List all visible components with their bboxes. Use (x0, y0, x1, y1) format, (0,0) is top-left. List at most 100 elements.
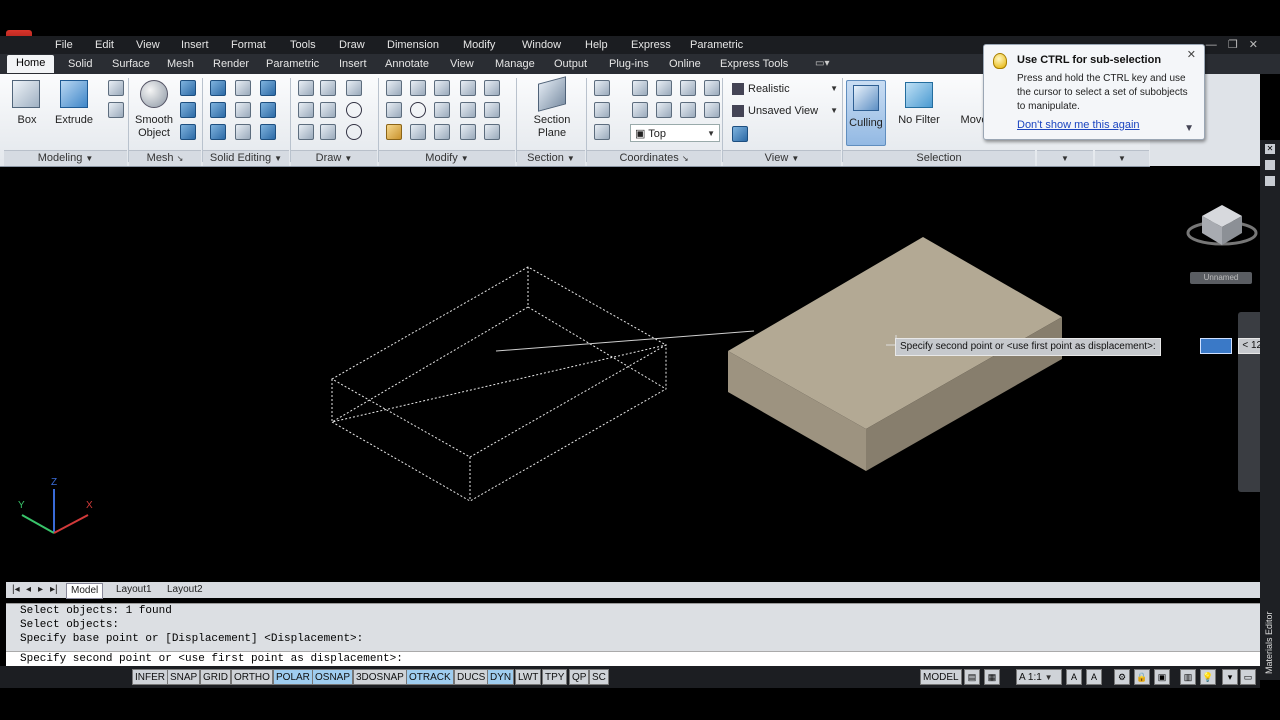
align-icon[interactable] (386, 102, 402, 118)
toggle-osnap[interactable]: OSNAP (312, 669, 354, 685)
panel-title-coordinates[interactable]: Coordinates ↘ (587, 150, 721, 166)
3d-array-icon[interactable] (460, 80, 476, 96)
smooth-object-icon[interactable] (140, 80, 168, 108)
menu-dimension[interactable]: Dimension (387, 39, 439, 51)
model-space-button[interactable]: MODEL (920, 669, 962, 685)
toggle-snap[interactable]: SNAP (167, 669, 201, 685)
circle-icon[interactable] (346, 102, 362, 118)
box-button-label[interactable]: Box (10, 114, 44, 127)
menu-express[interactable]: Express (631, 39, 671, 51)
ucs-origin-icon[interactable] (656, 80, 672, 96)
panel-title-section[interactable]: Section ▼ (517, 150, 585, 166)
refine-mesh-icon[interactable] (180, 124, 196, 140)
smooth-less-icon[interactable] (180, 102, 196, 118)
tab-express-tools[interactable]: Express Tools (720, 58, 788, 70)
hardware-acceleration-icon[interactable]: ▣ (1154, 669, 1170, 685)
toggle-qp[interactable]: QP (569, 669, 590, 685)
tab-view[interactable]: View (450, 58, 474, 70)
ellipse-icon[interactable] (346, 124, 362, 140)
mirror-3d-icon[interactable] (410, 124, 426, 140)
tab-manage[interactable]: Manage (495, 58, 535, 70)
extract-edges-icon[interactable] (235, 80, 251, 96)
menu-edit[interactable]: Edit (95, 39, 114, 51)
tab-home[interactable]: Home (7, 55, 55, 73)
culling-button[interactable]: Culling (846, 80, 886, 146)
view-direction-dropdown[interactable]: ▣ Top ▼ (630, 124, 720, 142)
separate-icon[interactable] (260, 124, 276, 140)
ribbon-minimize-icon[interactable]: ▭▾ (815, 58, 829, 69)
ucs-3point-icon[interactable] (632, 102, 648, 118)
ucs-y-icon[interactable] (680, 80, 696, 96)
section-plane-label[interactable]: Section Plane (526, 114, 578, 140)
tab-render[interactable]: Render (213, 58, 249, 70)
panel-title-view[interactable]: View ▼ (723, 150, 841, 166)
toggle-3dosnap[interactable]: 3DOSNAP (353, 669, 407, 685)
lock-icon[interactable]: 🔒 (1134, 669, 1150, 685)
menu-parametric[interactable]: Parametric (690, 39, 743, 51)
tab-mesh[interactable]: Mesh (167, 58, 194, 70)
auto-scale-icon[interactable]: A (1086, 669, 1102, 685)
trim-icon[interactable] (484, 80, 500, 96)
extrude-icon[interactable] (60, 80, 88, 108)
quick-view-layouts-icon[interactable]: ▤ (964, 669, 980, 685)
menu-help[interactable]: Help (585, 39, 608, 51)
ucs-icon[interactable] (594, 80, 610, 96)
tab-layout1[interactable]: Layout1 (112, 583, 156, 597)
menu-format[interactable]: Format (231, 39, 266, 51)
ucs-x-icon[interactable] (632, 80, 648, 96)
palette-menu-icon[interactable] (1265, 176, 1275, 186)
line-tool-icon[interactable] (320, 102, 336, 118)
tab-nav-last-icon[interactable]: ▸| (46, 583, 62, 597)
extrude-button-label[interactable]: Extrude (50, 114, 98, 127)
drawing-viewport[interactable]: X Y Z Unnamed (6, 171, 1260, 582)
union-icon[interactable] (210, 80, 226, 96)
scale-icon[interactable] (434, 124, 450, 140)
menu-modify[interactable]: Modify (463, 39, 495, 51)
spline-icon[interactable] (298, 102, 314, 118)
chevron-down-icon[interactable]: ▼ (1184, 123, 1194, 134)
panel-title-mesh[interactable]: Mesh ↘ (129, 150, 201, 166)
move-gizmo-icon[interactable] (434, 80, 450, 96)
toggle-polar[interactable]: POLAR (273, 669, 313, 685)
tab-plug-ins[interactable]: Plug-ins (609, 58, 649, 70)
thicken-icon[interactable] (235, 124, 251, 140)
tab-output[interactable]: Output (554, 58, 587, 70)
line-icon[interactable] (298, 80, 314, 96)
panel-title-extra-1[interactable]: ▼ (1037, 150, 1093, 166)
toggle-dyn[interactable]: DYN (487, 669, 515, 685)
ucs-named-icon[interactable] (594, 124, 610, 140)
extrude-faces-icon[interactable] (260, 80, 276, 96)
annotation-visibility-icon[interactable]: A (1066, 669, 1082, 685)
viewport-config-icon[interactable] (732, 126, 748, 142)
toggle-ducs[interactable]: DUCS (454, 669, 489, 685)
subtract-icon[interactable] (210, 102, 226, 118)
toggle-ortho[interactable]: ORTHO (231, 669, 273, 685)
dont-show-again-link[interactable]: Don't show me this again (1017, 119, 1140, 131)
fillet-icon[interactable] (460, 102, 476, 118)
menu-view[interactable]: View (136, 39, 160, 51)
section-plane-icon[interactable] (538, 76, 566, 112)
loft-icon[interactable] (108, 102, 124, 118)
no-filter-label[interactable]: No Filter (892, 114, 946, 127)
menu-insert[interactable]: Insert (181, 39, 209, 51)
tab-solid[interactable]: Solid (68, 58, 92, 70)
panel-title-extra-2[interactable]: ▼ (1095, 150, 1149, 166)
tab-model[interactable]: Model (66, 583, 104, 599)
arc-icon[interactable] (346, 80, 362, 96)
command-line-input[interactable]: Specify second point or <use first point… (6, 651, 1260, 667)
array-icon[interactable] (484, 124, 500, 140)
window-controls[interactable]: — ❐ ✕ (1206, 38, 1262, 51)
erase-icon[interactable] (386, 124, 402, 140)
panel-title-modify[interactable]: Modify ▼ (379, 150, 515, 166)
slice-icon[interactable] (235, 102, 251, 118)
palette-properties-icon[interactable] (1265, 160, 1275, 170)
saved-view-dropdown[interactable]: Unsaved View ▼ (728, 102, 842, 120)
ucs-face-icon[interactable] (704, 102, 720, 118)
quick-view-drawings-icon[interactable]: ▦ (984, 669, 1000, 685)
clean-screen-icon[interactable]: ▭ (1240, 669, 1256, 685)
menu-draw[interactable]: Draw (339, 39, 365, 51)
panel-title-solid-editing[interactable]: Solid Editing ▼ (203, 150, 289, 166)
smooth-object-label[interactable]: Smooth Object (130, 114, 178, 140)
tab-insert[interactable]: Insert (339, 58, 367, 70)
3d-rotate-icon[interactable] (410, 80, 426, 96)
